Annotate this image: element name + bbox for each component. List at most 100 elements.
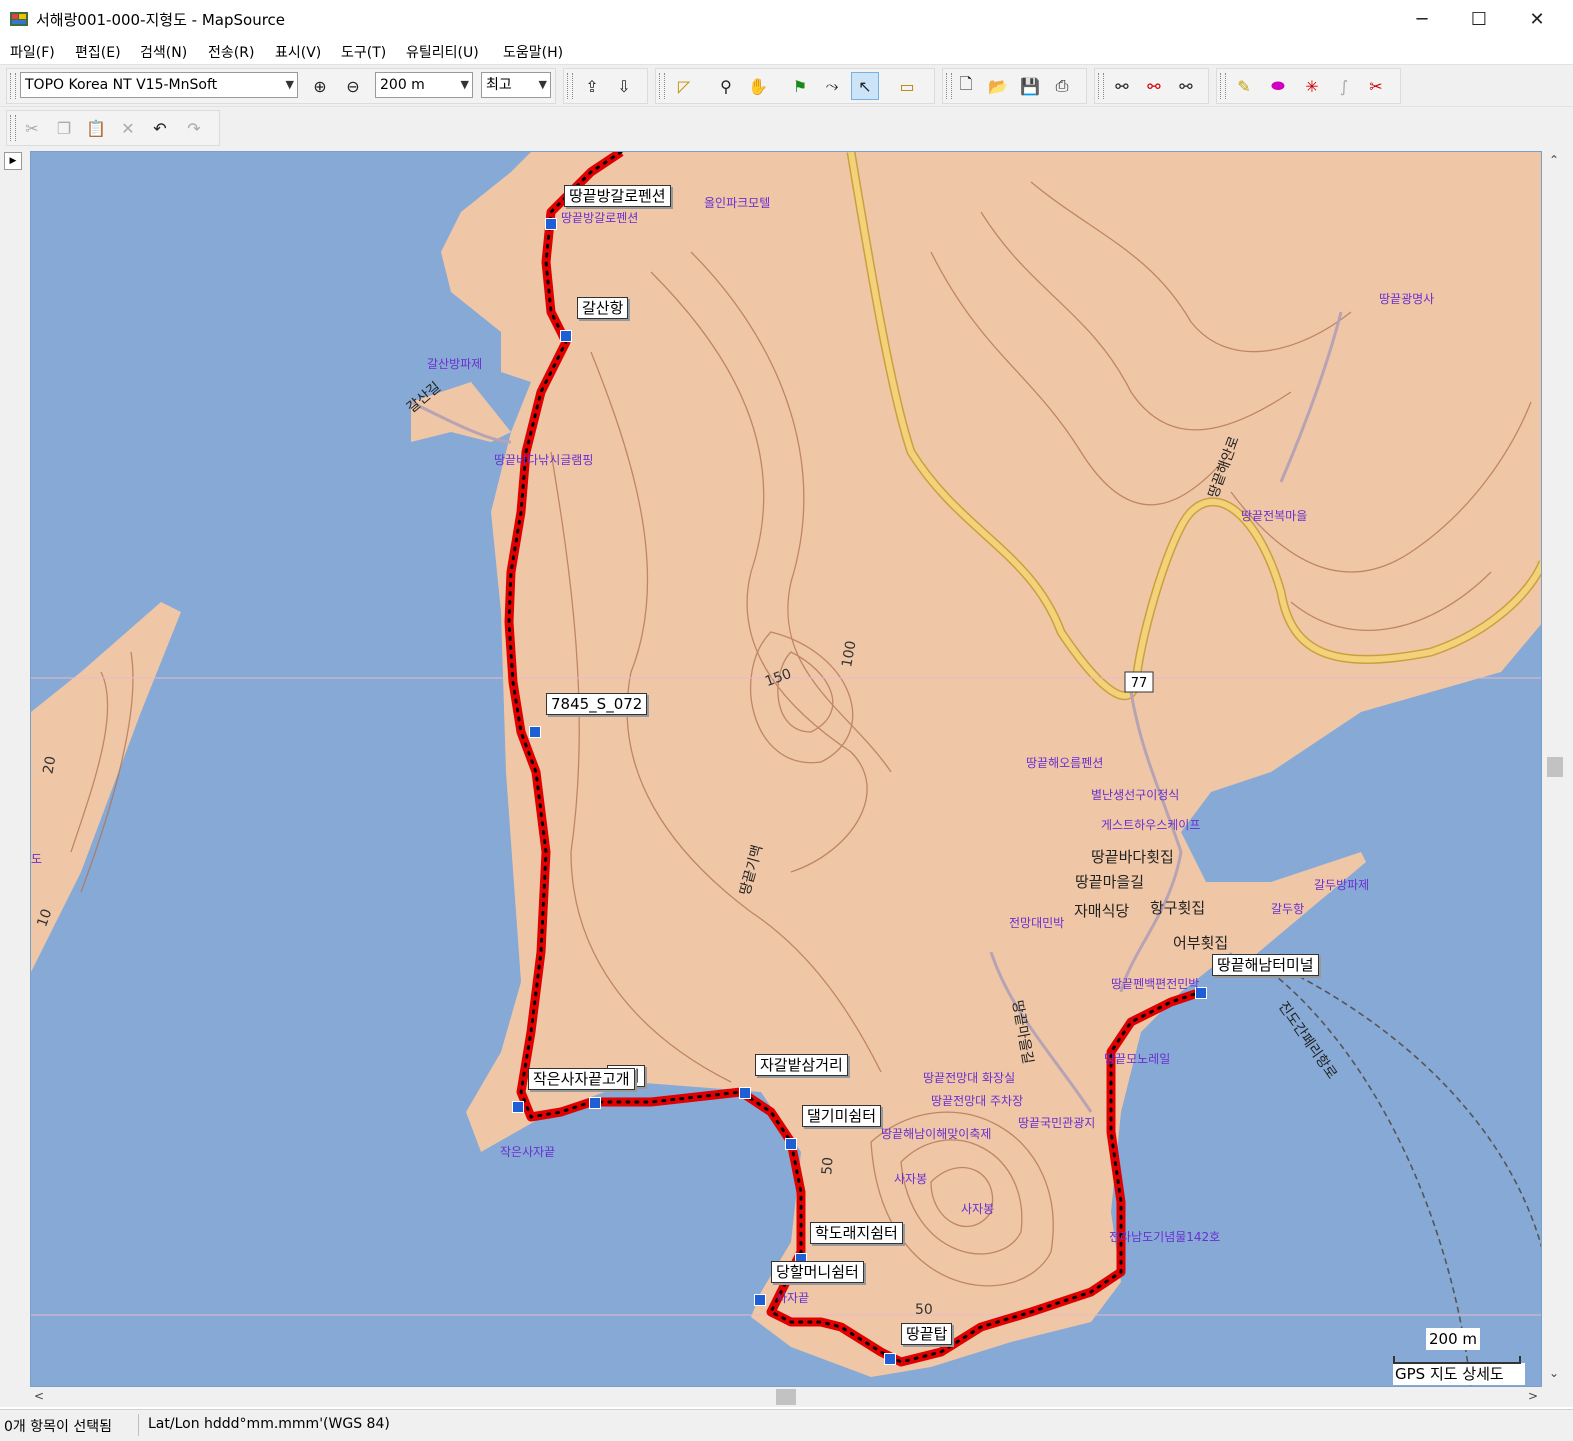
waypoint-label[interactable]: 댈기미쉼터 bbox=[802, 1105, 882, 1127]
poi-label[interactable]: 갈두항 bbox=[1271, 900, 1304, 917]
poi-label[interactable]: 땅끝모노레일 bbox=[1104, 1050, 1170, 1067]
waypoint-marker[interactable] bbox=[754, 1294, 766, 1306]
menu-utilities[interactable]: 유틸리티(U) bbox=[406, 42, 479, 62]
poi-label[interactable]: 갈산방파제 bbox=[427, 355, 482, 372]
menu-transfer[interactable]: 전송(R) bbox=[208, 42, 254, 62]
toolbar-grip[interactable] bbox=[567, 73, 573, 99]
place-label[interactable]: 땅끝바다횟집 bbox=[1091, 846, 1174, 867]
join-track-button[interactable]: ∫ bbox=[1330, 72, 1358, 100]
scroll-right-icon[interactable]: > bbox=[1528, 1389, 1538, 1403]
poi-label[interactable]: 작은사자끝 bbox=[500, 1143, 555, 1160]
receive-from-device-button[interactable]: ⇪ bbox=[578, 72, 606, 100]
waypoint-label[interactable]: 7845_S_072 bbox=[546, 693, 648, 715]
copy-button[interactable]: ❐ bbox=[50, 114, 78, 142]
waypoint-label[interactable]: 작은사자끝고개 bbox=[528, 1068, 635, 1090]
pencil-tool-button[interactable]: ✎ bbox=[1230, 72, 1258, 100]
find-nearby-button[interactable]: ⚯ bbox=[1140, 72, 1168, 100]
menu-edit[interactable]: 편집(E) bbox=[75, 42, 121, 62]
toolbar-grip[interactable] bbox=[10, 73, 16, 99]
waypoint-marker[interactable] bbox=[512, 1101, 524, 1113]
zoom-out-button[interactable]: ⊖ bbox=[339, 72, 367, 100]
poi-label[interactable]: 땅끝바다낚시글램핑 bbox=[494, 451, 593, 468]
poi-label[interactable]: 땅끝국민관광지 bbox=[1018, 1114, 1095, 1131]
zoom-in-button[interactable]: ⊕ bbox=[306, 72, 334, 100]
waypoint-label[interactable]: 자갈밭삼거리 bbox=[755, 1054, 848, 1076]
horizontal-scroll-thumb[interactable] bbox=[776, 1389, 796, 1405]
vertical-scroll-thumb[interactable] bbox=[1547, 757, 1563, 777]
poi-label[interactable]: 땅끝해오름펜션 bbox=[1026, 754, 1103, 771]
poi-label[interactable]: 별난생선구이정식 bbox=[1091, 786, 1179, 803]
menu-tools[interactable]: 도구(T) bbox=[341, 42, 386, 62]
waypoint-label[interactable]: 갈산항 bbox=[577, 297, 629, 319]
toolbar-grip[interactable] bbox=[1098, 73, 1104, 99]
map-select-tool-button[interactable]: ◸ bbox=[670, 72, 698, 100]
waypoint-marker[interactable] bbox=[884, 1353, 896, 1365]
map-view[interactable]: 77 땅끝방갈로펜션 갈산항 7845_S_072 쉼터 작은사자끝고개 자갈밭… bbox=[30, 151, 1542, 1387]
menu-view[interactable]: 표시(V) bbox=[275, 42, 321, 62]
menu-help[interactable]: 도움말(H) bbox=[503, 42, 563, 62]
waypoint-marker[interactable] bbox=[589, 1097, 601, 1109]
toolbar-grip[interactable] bbox=[659, 73, 665, 99]
find-button[interactable]: ⚯ bbox=[1108, 72, 1136, 100]
poi-label[interactable]: 땅끝전망대 주차장 bbox=[931, 1092, 1023, 1109]
waypoint-label[interactable]: 땅끝방갈로펜션 bbox=[564, 185, 671, 207]
find-next-button[interactable]: ⚯ bbox=[1172, 72, 1200, 100]
send-to-device-button[interactable]: ⇩ bbox=[610, 72, 638, 100]
print-button[interactable]: ⎙ bbox=[1048, 72, 1076, 100]
map-product-select[interactable]: TOPO Korea NT V15-MnSoft ▼ bbox=[20, 72, 298, 98]
poi-label[interactable]: 땅끝전망대 화장실 bbox=[923, 1069, 1015, 1086]
waypoint-marker[interactable] bbox=[739, 1087, 751, 1099]
poi-label[interactable]: 사자끝 bbox=[776, 1289, 809, 1306]
horizontal-scrollbar[interactable]: < > bbox=[30, 1387, 1545, 1407]
poi-label[interactable]: 땅끝광명사 bbox=[1379, 290, 1434, 307]
poi-label[interactable]: 땅끝펜백편전민박 bbox=[1111, 975, 1199, 992]
poi-label[interactable]: 사자봉 bbox=[894, 1170, 927, 1187]
route-tool-button[interactable]: ⤳ bbox=[818, 72, 846, 100]
waypoint-marker[interactable] bbox=[785, 1138, 797, 1150]
selection-tool-button[interactable]: ↖ bbox=[851, 72, 879, 100]
waypoint-label[interactable]: 땅끝탑 bbox=[901, 1323, 953, 1345]
divide-track-button[interactable]: ✂ bbox=[1362, 72, 1390, 100]
waypoint-tool-button[interactable]: ⚑ bbox=[786, 72, 814, 100]
place-label[interactable]: 땅끝마을길 bbox=[1075, 871, 1144, 892]
toolbar-grip[interactable] bbox=[10, 115, 16, 141]
zoom-scale-select[interactable]: 200 m ▼ bbox=[375, 72, 473, 98]
redo-button[interactable]: ↷ bbox=[180, 114, 208, 142]
select-track-button[interactable]: ✳ bbox=[1298, 72, 1326, 100]
save-file-button[interactable]: 💾 bbox=[1016, 72, 1044, 100]
open-file-button[interactable]: 📂 bbox=[984, 72, 1012, 100]
minimize-button[interactable]: ─ bbox=[1393, 0, 1451, 38]
paste-button[interactable]: 📋 bbox=[82, 114, 110, 142]
waypoint-label[interactable]: 당할머니쉼터 bbox=[771, 1261, 864, 1283]
place-label[interactable]: 항구횟집 bbox=[1150, 897, 1205, 918]
waypoint-marker[interactable] bbox=[545, 218, 557, 230]
waypoint-label[interactable]: 땅끝해남터미널 bbox=[1212, 954, 1319, 976]
poi-label[interactable]: 사자봉 bbox=[961, 1200, 994, 1217]
poi-label[interactable]: 땅끝전복마을 bbox=[1241, 507, 1307, 524]
undo-button[interactable]: ↶ bbox=[146, 114, 174, 142]
menu-search[interactable]: 검색(N) bbox=[140, 42, 187, 62]
new-file-button[interactable]: 🗋 bbox=[952, 72, 980, 100]
poi-label[interactable]: 땅끝해남이해맞이축제 bbox=[881, 1125, 991, 1142]
zoom-tool-button[interactable]: ⚲ bbox=[712, 72, 740, 100]
poi-label[interactable]: 전라남도기념물142호 bbox=[1109, 1228, 1220, 1245]
delete-button[interactable]: ✕ bbox=[114, 114, 142, 142]
waypoint-marker[interactable] bbox=[560, 330, 572, 342]
place-label[interactable]: 자매식당 bbox=[1074, 900, 1129, 921]
maximize-button[interactable]: ☐ bbox=[1450, 0, 1508, 38]
menu-file[interactable]: 파일(F) bbox=[10, 42, 55, 62]
expand-panel-button[interactable]: ▶ bbox=[4, 152, 22, 170]
close-button[interactable]: ✕ bbox=[1508, 0, 1566, 38]
cut-button[interactable]: ✂ bbox=[18, 114, 46, 142]
scroll-up-icon[interactable]: ⌃ bbox=[1549, 153, 1559, 167]
detail-select[interactable]: 최고 ▼ bbox=[481, 72, 551, 98]
vertical-scrollbar[interactable]: ⌃ ⌄ bbox=[1545, 151, 1565, 1387]
scroll-left-icon[interactable]: < bbox=[34, 1389, 44, 1403]
poi-label[interactable]: 전망대민박 bbox=[1009, 914, 1064, 931]
poi-label[interactable]: 땅끝방갈로펜션 bbox=[561, 209, 638, 226]
scroll-down-icon[interactable]: ⌄ bbox=[1549, 1366, 1559, 1380]
poi-label[interactable]: 게스트하우스케이프 bbox=[1101, 816, 1200, 833]
toolbar-grip[interactable] bbox=[1220, 73, 1226, 99]
poi-label[interactable]: 올인파크모텔 bbox=[704, 194, 770, 211]
pan-tool-button[interactable]: ✋ bbox=[744, 72, 772, 100]
